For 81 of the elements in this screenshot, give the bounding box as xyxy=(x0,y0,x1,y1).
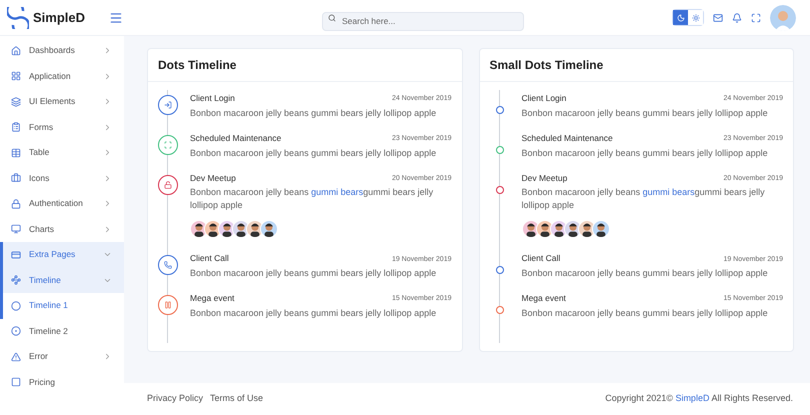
search-icon xyxy=(328,14,336,22)
table-icon xyxy=(11,148,21,158)
brand-link[interactable]: SimpleD xyxy=(675,393,710,404)
sidebar-item[interactable]: Error xyxy=(0,344,124,370)
card-title: Dots Timeline xyxy=(158,57,236,74)
sidebar-item[interactable]: UI Elements xyxy=(0,89,124,114)
event-description: Bonbon macaroon jelly beans gummi bears jelly lollipop apple xyxy=(522,267,769,280)
event-description: Bonbon macaroon jelly beans gummi bearsgummi bears jelly lollipop apple xyxy=(522,186,766,212)
search-field[interactable]: Search here... xyxy=(322,12,524,30)
unlock-icon xyxy=(164,180,172,188)
sidebar-item[interactable]: Authentication xyxy=(0,191,124,216)
event-title: Scheduled Maintenance xyxy=(190,132,282,144)
chevron-icon xyxy=(103,352,112,362)
fullscreen-icon[interactable] xyxy=(751,12,761,22)
card-title: Small Dots Timeline xyxy=(490,57,604,74)
footer-link[interactable]: Privacy Policy xyxy=(147,392,204,406)
event-description: Bonbon macaroon jelly beans gummi bears jelly lollipop apple xyxy=(190,146,438,160)
chevron-icon xyxy=(103,224,112,234)
square-icon xyxy=(11,377,21,388)
chevron-icon xyxy=(103,46,112,56)
event-title: Dev Meetup xyxy=(190,172,236,184)
event-title: Client Call xyxy=(190,252,229,265)
sidebar-item[interactable]: Charts xyxy=(0,216,124,242)
event-description: Bonbon macaroon jelly beans gummi bearsgummi bears jelly lollipop apple xyxy=(190,186,434,212)
sidebar-item[interactable]: Icons xyxy=(0,166,124,191)
login-icon xyxy=(164,101,172,109)
card-icon xyxy=(11,250,21,260)
text-link[interactable]: gummi bears xyxy=(642,187,695,198)
layers-icon xyxy=(11,96,21,107)
event-description: Bonbon macaroon jelly beans gummi bears jelly lollipop apple xyxy=(522,146,769,160)
event-title: Client Login xyxy=(522,92,566,105)
nodes-icon xyxy=(11,275,21,286)
event-description: Bonbon macaroon jelly beans gummi bears jelly lollipop apple xyxy=(522,306,769,320)
event-title: Client Call xyxy=(522,252,560,265)
copyright-text: Copyright 2021© SimpleD All Rights Reserved. xyxy=(605,392,793,406)
event-title: Mega event xyxy=(522,292,566,305)
monitor-icon xyxy=(11,224,21,234)
warning-icon xyxy=(11,352,21,362)
sidebar-item[interactable]: Timeline xyxy=(0,268,124,293)
event-title: Scheduled Maintenance xyxy=(522,132,613,144)
sidebar-item[interactable]: Extra Pages xyxy=(0,242,124,268)
mail-icon[interactable] xyxy=(713,12,723,22)
moon-icon xyxy=(676,14,684,22)
chevron-icon xyxy=(103,122,112,132)
chevron-icon xyxy=(103,97,112,106)
dark-mode-button[interactable] xyxy=(673,10,688,25)
event-description: Bonbon macaroon jelly beans gummi bears jelly lollipop apple xyxy=(190,267,438,280)
sidebar-item[interactable]: Table xyxy=(0,140,124,166)
sidebar-item[interactable]: Pricing xyxy=(0,370,124,395)
text-link[interactable]: gummi bears xyxy=(311,187,364,198)
event-title: Mega event xyxy=(190,292,234,305)
target-icon xyxy=(11,326,21,336)
circle-icon xyxy=(11,300,21,311)
grid-icon xyxy=(11,71,21,82)
chevron-icon xyxy=(103,72,112,81)
sidebar-item[interactable]: Dashboards xyxy=(0,38,124,64)
sidebar-item[interactable]: Forms xyxy=(0,114,124,140)
clipboard-icon xyxy=(11,122,21,132)
sidebar-subitem[interactable]: Timeline 1 xyxy=(0,293,124,318)
sidebar-subitem[interactable]: Timeline 2 xyxy=(0,318,124,344)
scan-icon xyxy=(164,140,172,149)
chevron-icon xyxy=(103,174,112,183)
logo-icon xyxy=(7,6,29,28)
phone-icon xyxy=(164,261,172,270)
event-description: Bonbon macaroon jelly beans gummi bears jelly lollipop apple xyxy=(190,306,438,320)
sun-icon xyxy=(692,14,700,22)
event-description: Bonbon macaroon jelly beans gummi bears jelly lollipop apple xyxy=(190,106,438,120)
home-icon xyxy=(11,46,21,56)
brand-name: SimpleD xyxy=(33,8,86,27)
bell-icon[interactable] xyxy=(732,12,742,22)
briefcase-icon xyxy=(11,173,21,184)
lock-icon xyxy=(11,198,21,209)
event-description: Bonbon macaroon jelly beans gummi bears jelly lollipop apple xyxy=(522,106,769,120)
event-title: Dev Meetup xyxy=(522,172,568,184)
event-title: Client Login xyxy=(190,92,235,105)
chevron-icon xyxy=(103,148,112,158)
menu-icon[interactable] xyxy=(109,10,124,24)
chevron-icon xyxy=(103,199,112,208)
pause-icon xyxy=(164,301,172,309)
footer-link[interactable]: Terms of Use xyxy=(210,392,264,406)
sidebar-item[interactable]: Application xyxy=(0,64,124,89)
